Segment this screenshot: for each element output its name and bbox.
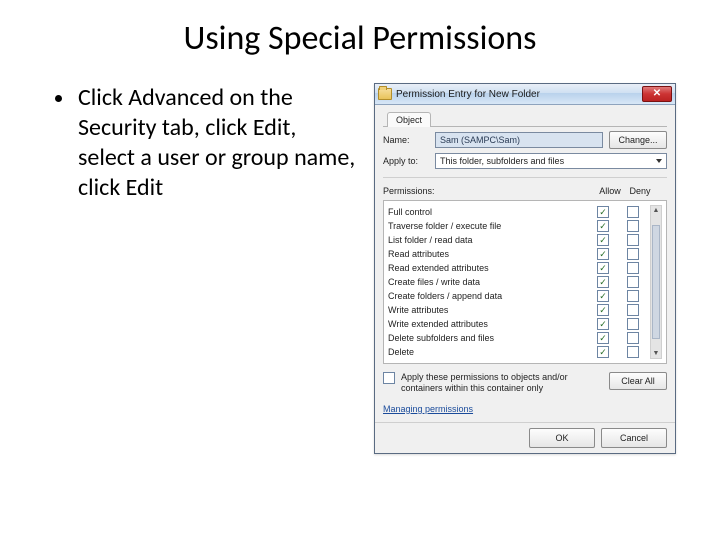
permission-name: Full control (388, 207, 588, 217)
allow-checkbox[interactable]: ✓ (597, 346, 609, 358)
deny-checkbox[interactable] (627, 318, 639, 330)
dialog-titlebar: Permission Entry for New Folder ✕ (375, 84, 675, 105)
allow-checkbox[interactable]: ✓ (597, 234, 609, 246)
close-button[interactable]: ✕ (642, 86, 672, 102)
allow-checkbox[interactable]: ✓ (597, 276, 609, 288)
deny-checkbox[interactable] (627, 248, 639, 260)
deny-checkbox[interactable] (627, 346, 639, 358)
permission-name: Delete (388, 347, 588, 357)
allow-checkbox[interactable]: ✓ (597, 318, 609, 330)
permission-row: Write attributes ✓ (388, 303, 648, 317)
allow-checkbox[interactable]: ✓ (597, 248, 609, 260)
tab-strip: Object (383, 111, 667, 127)
bullet-item: Click Advanced on the Security tab, clic… (76, 83, 356, 203)
bullet-column: Click Advanced on the Security tab, clic… (56, 83, 356, 454)
clear-all-button[interactable]: Clear All (609, 372, 667, 390)
permission-name: Read extended attributes (388, 263, 588, 273)
apply-inherit-label: Apply these permissions to objects and/o… (401, 372, 603, 394)
scroll-down-icon[interactable]: ▼ (651, 349, 661, 358)
content-row: Click Advanced on the Security tab, clic… (0, 83, 720, 454)
managing-permissions-link[interactable]: Managing permissions (383, 404, 667, 414)
deny-checkbox[interactable] (627, 234, 639, 246)
allow-checkbox[interactable]: ✓ (597, 220, 609, 232)
column-allow: Allow (595, 186, 625, 196)
permission-name: Write attributes (388, 305, 588, 315)
permission-name: Create files / write data (388, 277, 588, 287)
column-deny: Deny (625, 186, 655, 196)
deny-checkbox[interactable] (627, 262, 639, 274)
chevron-down-icon (656, 159, 662, 163)
apply-to-select[interactable]: This folder, subfolders and files (435, 153, 667, 169)
scroll-thumb[interactable] (652, 225, 660, 339)
allow-checkbox[interactable]: ✓ (597, 290, 609, 302)
folder-icon (378, 88, 392, 100)
allow-checkbox[interactable]: ✓ (597, 262, 609, 274)
permissions-header: Permissions: Allow Deny (383, 186, 667, 196)
permission-entry-dialog: Permission Entry for New Folder ✕ Object… (374, 83, 676, 454)
permissions-box: Full control✓Traverse folder / execute f… (383, 200, 667, 364)
permission-row: Full control ✓ (388, 205, 648, 219)
permission-row: List folder / read data ✓ (388, 233, 648, 247)
permission-row: Write extended attributes ✓ (388, 317, 648, 331)
scrollbar[interactable]: ▲ ▼ (650, 205, 662, 359)
scroll-up-icon[interactable]: ▲ (651, 206, 661, 215)
dialog-footer: OK Cancel (375, 422, 675, 453)
deny-checkbox[interactable] (627, 290, 639, 302)
cancel-button[interactable]: Cancel (601, 428, 667, 448)
deny-checkbox[interactable] (627, 206, 639, 218)
permission-row: Delete subfolders and files ✓ (388, 331, 648, 345)
deny-checkbox[interactable] (627, 220, 639, 232)
deny-checkbox[interactable] (627, 332, 639, 344)
permission-name: List folder / read data (388, 235, 588, 245)
allow-checkbox[interactable]: ✓ (597, 332, 609, 344)
permission-row: Read extended attributes ✓ (388, 261, 648, 275)
permissions-list: Full control✓Traverse folder / execute f… (388, 205, 648, 359)
deny-checkbox[interactable] (627, 276, 639, 288)
slide-title: Using Special Permissions (0, 18, 720, 59)
dialog-title: Permission Entry for New Folder (396, 89, 638, 100)
change-button[interactable]: Change... (609, 131, 667, 149)
apply-to-label: Apply to: (383, 156, 429, 166)
name-field[interactable]: Sam (SAMPC\Sam) (435, 132, 603, 148)
deny-checkbox[interactable] (627, 304, 639, 316)
permission-row: Create files / write data ✓ (388, 275, 648, 289)
permission-name: Write extended attributes (388, 319, 588, 329)
permission-row: Traverse folder / execute file ✓ (388, 219, 648, 233)
permission-name: Delete subfolders and files (388, 333, 588, 343)
apply-to-value: This folder, subfolders and files (440, 156, 564, 166)
permission-row: Create folders / append data ✓ (388, 289, 648, 303)
permission-name: Read attributes (388, 249, 588, 259)
apply-inherit-checkbox[interactable] (383, 372, 395, 384)
permission-row: Delete ✓ (388, 345, 648, 359)
permission-name: Traverse folder / execute file (388, 221, 588, 231)
allow-checkbox[interactable]: ✓ (597, 304, 609, 316)
ok-button[interactable]: OK (529, 428, 595, 448)
name-label: Name: (383, 135, 429, 145)
permission-name: Create folders / append data (388, 291, 588, 301)
permission-row: Read attributes ✓ (388, 247, 648, 261)
permissions-label: Permissions: (383, 186, 595, 196)
divider (383, 177, 667, 178)
tab-object[interactable]: Object (387, 112, 431, 127)
allow-checkbox[interactable]: ✓ (597, 206, 609, 218)
